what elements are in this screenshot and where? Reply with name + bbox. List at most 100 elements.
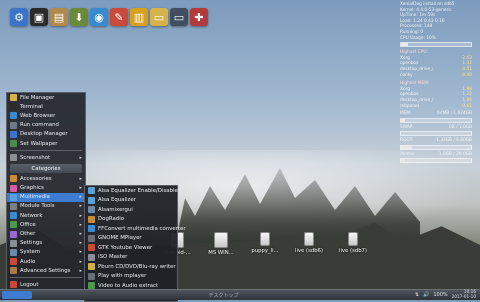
menu-item-label: Advanced Settings — [20, 267, 71, 274]
menu-item-run-command[interactable]: Run command — [7, 121, 85, 130]
menu-item-terminal[interactable]: Terminal — [7, 102, 85, 111]
menu-item-icon — [10, 121, 17, 129]
menu-item-label: ISO Master — [98, 254, 128, 261]
menu-category-multimedia[interactable]: Multimedia ▸ — [7, 192, 85, 202]
submenu-item[interactable]: FFConvert multimedia converter — [85, 224, 186, 234]
menu-category-office[interactable]: Office ▸ — [7, 220, 85, 229]
start-menu: File Manager Terminal Web Browser Run comma… — [6, 92, 86, 297]
menu-item-label: Run command — [20, 122, 59, 129]
menu-category-settings[interactable]: Settings ▸ — [7, 239, 85, 248]
menu-item-web-browser[interactable]: Web Browser — [7, 111, 85, 120]
menu-item-set-wallpaper[interactable]: Set Wallpaper — [7, 139, 85, 148]
gauge-bar — [400, 144, 472, 150]
menu-item-label: Network — [20, 212, 43, 219]
menu-category-other[interactable]: Other ▸ — [7, 229, 85, 238]
desktop-icons: Android-...MS WIN...puppy_li...live (sdb… — [160, 232, 370, 256]
menu-item-label: Video to Audio extract — [98, 282, 159, 289]
menu-item-label: Screenshot — [20, 154, 51, 161]
menu-item-label: Logout — [20, 281, 39, 288]
desktop-icon[interactable]: MS WIN... — [204, 232, 238, 256]
menu-item-label: Settings — [20, 240, 43, 247]
menu-item-label: Pburn CD/DVD/Blu-ray writer — [98, 263, 176, 270]
gauge-bar — [400, 117, 472, 123]
clock[interactable]: 10:16 2017-01-10 — [452, 290, 476, 299]
launcher-bar: ⚙ ▣ ▤ ⬇ ◉ ✎ ▥ ▭ ▭ ✚ — [10, 8, 208, 26]
storage-gauges: MEM: 64MB / 1.024GB SWAP: 0B / 1.0GB ROOT: 1.… — [400, 111, 472, 164]
submenu-item[interactable]: Alsamixergui — [85, 205, 177, 215]
chevron-right-icon: ▸ — [79, 212, 82, 219]
editor-icon[interactable]: ✎ — [110, 8, 128, 26]
clock-date: 2017-01-10 — [451, 294, 476, 299]
chevron-right-icon: ▸ — [79, 221, 82, 228]
menu-item-icon — [10, 267, 17, 275]
gauge-value: 0B / 1.0GB — [449, 124, 472, 130]
multimedia-submenu: Alsa Equalizer Enable/Disable Alsa Equali… — [84, 185, 186, 302]
desktop-icon[interactable]: live (sdb6) — [292, 232, 326, 256]
menu-item-icon — [10, 239, 17, 247]
menu-item-label: Desktop Manager — [20, 131, 68, 138]
menu-item-desktop-manager[interactable]: Desktop Manager — [7, 130, 85, 139]
gauge-value: 64MB / 1.024GB — [437, 111, 472, 117]
installer-icon[interactable]: ⬇ — [70, 8, 88, 26]
camera-icon — [10, 154, 17, 162]
submenu-item[interactable]: GTK Youtube Viewer — [85, 243, 177, 253]
menu-category-system[interactable]: System ▸ — [7, 248, 85, 257]
menu-item-label: Accessories — [20, 175, 52, 182]
browser-icon[interactable]: ◉ — [90, 8, 108, 26]
menu-category-module-tools[interactable]: Module Tools ▸ — [7, 202, 85, 211]
menu-item-label: Play with mplayer — [98, 273, 147, 280]
monitor-line: CPU Usage: 10% — [400, 35, 436, 41]
menu-categories: Accessories ▸ Graphics ▸ Multimedia ▸ Module T… — [7, 174, 85, 275]
terminal-icon[interactable]: ▣ — [30, 8, 48, 26]
submenu-item[interactable]: Alsa Equalizer — [85, 196, 177, 206]
submenu-item[interactable]: Alsa Equalizer Enable/Disable — [85, 186, 178, 196]
menu-item-label: Office — [20, 221, 36, 228]
menu-item-label: Set Wallpaper — [20, 140, 58, 147]
menu-category-advanced-settings[interactable]: Advanced Settings ▸ — [7, 266, 85, 275]
chevron-right-icon: ▸ — [79, 154, 82, 161]
gauge-value: 1.32GB / 8.60GB — [436, 138, 472, 144]
submenu-item[interactable]: Pburn CD/DVD/Blu-ray writer — [85, 262, 177, 272]
menu-item-label: Alsamixergui — [98, 206, 133, 213]
menu-item-icon — [88, 187, 95, 195]
desktop-icon[interactable]: live (sdb7) — [336, 232, 370, 256]
cpu-process-list: Xorg 2.63 openbox 1.32 desktop_drive_i 0.51 co… — [400, 56, 472, 78]
menu-category-audio[interactable]: Audio ▸ — [7, 257, 85, 266]
taskbar: デスクトップ ⇅ 🔊 100% 10:16 2017-01-10 — [0, 289, 480, 300]
gauge-label: MEM: — [400, 111, 412, 117]
folder-icon[interactable]: ▭ — [150, 8, 168, 26]
submenu-item[interactable]: GNOME MPlayer — [85, 234, 177, 244]
desktop-icon[interactable]: puppy_li... — [248, 232, 282, 256]
menu-item-icon — [10, 258, 17, 266]
network-icon[interactable]: ⇅ — [415, 292, 419, 298]
paint-icon[interactable]: ▥ — [130, 8, 148, 26]
menu-category-network[interactable]: Network ▸ — [7, 211, 85, 220]
cpu-usage-bar — [400, 42, 472, 48]
submenu-item[interactable]: DogRadio — [85, 215, 177, 225]
submenu-item[interactable]: Play with mplayer — [85, 272, 177, 282]
process-row: conky 0.40 — [400, 73, 472, 79]
menu-item-label: Multimedia — [20, 194, 50, 201]
submenu-item[interactable]: ISO Master — [85, 253, 177, 263]
settings-icon[interactable]: ⚙ — [10, 8, 28, 26]
menu-item-file-manager[interactable]: File Manager — [7, 93, 85, 102]
desktop-icon-label: live (sdb6) — [294, 248, 323, 254]
menu-category-accessories[interactable]: Accessories ▸ — [7, 174, 85, 183]
menu-item-icon — [10, 248, 17, 256]
menu-item-icon — [10, 212, 17, 220]
menu-item-label: DogRadio — [98, 216, 125, 223]
menu-item-icon — [10, 221, 17, 229]
menu-item-icon — [10, 193, 17, 201]
monitor-icon[interactable]: ▭ — [170, 8, 188, 26]
menu-item-label: Graphics — [20, 185, 44, 192]
menu-category-graphics[interactable]: Graphics ▸ — [7, 184, 85, 193]
menu-item-label: Module Tools — [20, 203, 55, 210]
desktop-icon-label: MS WIN... — [208, 250, 234, 256]
chevron-right-icon: ▸ — [79, 231, 82, 238]
start-button[interactable] — [2, 291, 32, 299]
menu-item-screenshot[interactable]: Screenshot ▸ — [7, 153, 85, 162]
package-icon[interactable]: ▤ — [50, 8, 68, 26]
chevron-right-icon: ▸ — [79, 185, 82, 192]
volume-icon[interactable]: 🔊 — [423, 292, 429, 298]
sync-icon[interactable]: ✚ — [190, 8, 208, 26]
